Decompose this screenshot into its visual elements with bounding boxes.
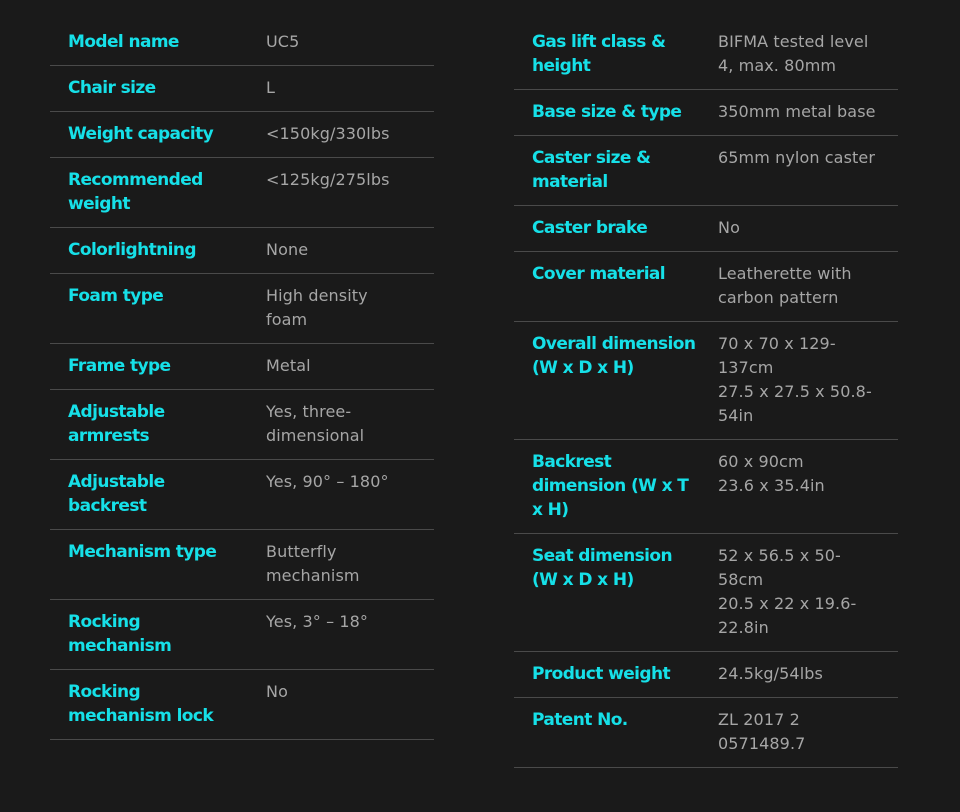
spec-label: Base size & type — [532, 102, 682, 122]
spec-label: Caster size & material — [532, 148, 651, 192]
spec-row: Frame type Metal — [50, 344, 434, 390]
spec-row: Rocking mechanism lock No — [50, 670, 434, 740]
spec-label: Mechanism type — [68, 542, 217, 562]
spec-label: Chair size — [68, 78, 156, 98]
spec-row: Chair size L — [50, 66, 434, 112]
spec-value: No — [718, 218, 740, 237]
spec-label: Recommended weight — [68, 170, 203, 214]
spec-row: Seat dimension (W x D x H) 52 x 56.5 x 50… — [514, 534, 898, 652]
spec-page: Model name UC5 Chair size L Weight capacit… — [0, 0, 960, 812]
spec-value: Yes, three- dimensional — [266, 402, 365, 445]
spec-label: Gas lift class & height — [532, 32, 666, 76]
spec-row: Model name UC5 — [50, 20, 434, 66]
spec-label: Foam type — [68, 286, 164, 306]
spec-value: <125kg/275lbs — [266, 170, 390, 189]
spec-row: Recommended weight <125kg/275lbs — [50, 158, 434, 228]
spec-label: Cover material — [532, 264, 666, 284]
spec-value: High density foam — [266, 286, 368, 329]
spec-label: Model name — [68, 32, 179, 52]
spec-table-left: Model name UC5 Chair size L Weight capacit… — [50, 20, 434, 740]
spec-row: Mechanism type Butterfly mechanism — [50, 530, 434, 600]
spec-row: Foam type High density foam — [50, 274, 434, 344]
spec-value: 52 x 56.5 x 50- 58cm 20.5 x 22 x 19.6- 2… — [718, 546, 857, 637]
spec-label: Patent No. — [532, 710, 628, 730]
spec-value: 24.5kg/54lbs — [718, 664, 823, 683]
spec-label: Adjustable backrest — [68, 472, 165, 516]
spec-table-right: Gas lift class & height BIFMA tested leve… — [514, 20, 898, 768]
spec-row: Caster size & material 65mm nylon caster — [514, 136, 898, 206]
spec-label: Rocking mechanism lock — [68, 682, 214, 726]
spec-label: Seat dimension (W x D x H) — [532, 546, 673, 590]
spec-value: Metal — [266, 356, 311, 375]
spec-row: Patent No. ZL 2017 2 0571489.7 — [514, 698, 898, 768]
spec-value: 60 x 90cm 23.6 x 35.4in — [718, 452, 825, 495]
spec-row: Overall dimension (W x D x H) 70 x 70 x 1… — [514, 322, 898, 440]
spec-row: Adjustable armrests Yes, three- dimension… — [50, 390, 434, 460]
spec-value: Butterfly mechanism — [266, 542, 360, 585]
spec-value: Yes, 3° – 18° — [266, 612, 369, 631]
spec-label: Adjustable armrests — [68, 402, 165, 446]
spec-label: Frame type — [68, 356, 171, 376]
spec-value: 350mm metal base — [718, 102, 876, 121]
spec-value: No — [266, 682, 288, 701]
spec-value: UC5 — [266, 32, 300, 51]
spec-value: BIFMA tested level 4, max. 80mm — [718, 32, 869, 75]
spec-value: 65mm nylon caster — [718, 148, 876, 167]
spec-value: ZL 2017 2 0571489.7 — [718, 710, 806, 753]
spec-row: Rocking mechanism Yes, 3° – 18° — [50, 600, 434, 670]
spec-label: Colorlightning — [68, 240, 197, 260]
spec-value: Yes, 90° – 180° — [266, 472, 389, 491]
spec-value: 70 x 70 x 129- 137cm 27.5 x 27.5 x 50.8-… — [718, 334, 872, 425]
spec-value: <150kg/330lbs — [266, 124, 390, 143]
spec-label: Overall dimension (W x D x H) — [532, 334, 696, 378]
spec-row: Adjustable backrest Yes, 90° – 180° — [50, 460, 434, 530]
spec-row: Base size & type 350mm metal base — [514, 90, 898, 136]
spec-value: None — [266, 240, 309, 259]
spec-label: Product weight — [532, 664, 671, 684]
spec-value: L — [266, 78, 276, 97]
spec-row: Backrest dimension (W x T x H) 60 x 90cm … — [514, 440, 898, 534]
spec-label: Rocking mechanism — [68, 612, 172, 656]
spec-row: Gas lift class & height BIFMA tested leve… — [514, 20, 898, 90]
spec-value: Leatherette with carbon pattern — [718, 264, 852, 307]
spec-row: Product weight 24.5kg/54lbs — [514, 652, 898, 698]
spec-row: Colorlightning None — [50, 228, 434, 274]
spec-label: Backrest dimension (W x T x H) — [532, 452, 689, 520]
spec-row: Caster brake No — [514, 206, 898, 252]
spec-row: Cover material Leatherette with carbon pa… — [514, 252, 898, 322]
spec-label: Caster brake — [532, 218, 648, 238]
spec-row: Weight capacity <150kg/330lbs — [50, 112, 434, 158]
spec-label: Weight capacity — [68, 124, 214, 144]
